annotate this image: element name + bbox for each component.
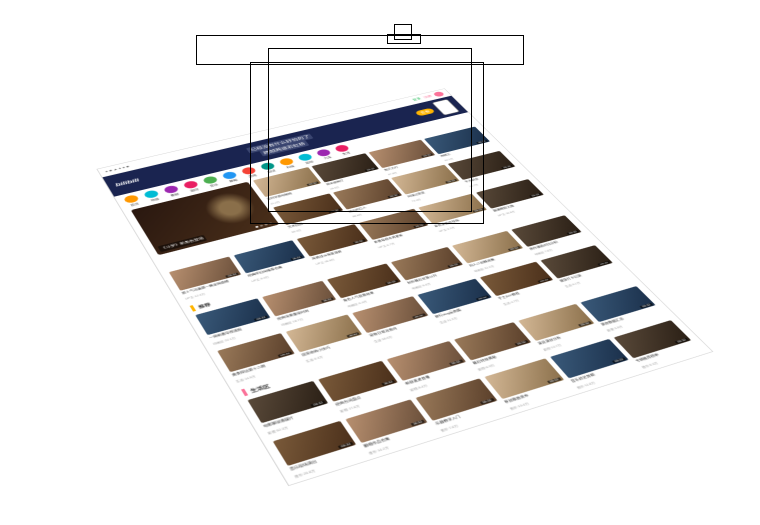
nav-item[interactable]: 首页 <box>123 194 142 207</box>
nav-item[interactable]: 科技 <box>278 157 298 170</box>
nav-item[interactable]: 动画 <box>143 189 162 202</box>
nav-item[interactable]: 音乐 <box>202 175 221 188</box>
banner-cta[interactable]: 查看 <box>414 108 435 117</box>
login-link[interactable]: 登录 <box>412 97 422 102</box>
register-link[interactable]: 注册 <box>422 95 432 99</box>
phone-mockup <box>432 99 460 115</box>
bilibili-logo[interactable]: bilibili <box>114 177 140 187</box>
nav-item[interactable]: 舞蹈 <box>221 171 241 184</box>
nav-item[interactable]: 国创 <box>182 180 201 193</box>
nav-item[interactable]: 运动 <box>297 153 317 165</box>
bilibili-page: ● ■ ▲ ♦ ● ■ 登录 注册 bilibili 已经没有什么好怕的了 跨越… <box>98 89 713 485</box>
nav-item[interactable]: 知识 <box>259 162 279 175</box>
nav-item[interactable]: 生活 <box>334 144 354 156</box>
nav-item[interactable]: 番剧 <box>163 185 182 198</box>
avatar[interactable] <box>432 91 445 97</box>
nav-item[interactable]: 游戏 <box>240 166 260 179</box>
nav-item[interactable]: 汽车 <box>315 148 335 160</box>
